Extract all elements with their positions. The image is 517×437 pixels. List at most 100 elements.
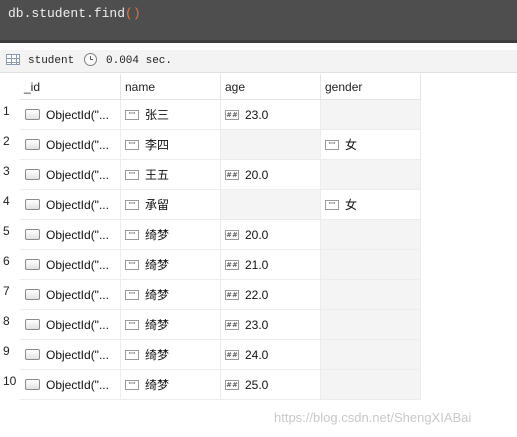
column-header-gender[interactable]: gender bbox=[321, 74, 421, 100]
cell-age[interactable]: ## 20.0 bbox=[221, 220, 321, 250]
cell-id[interactable]: ObjectId("... bbox=[20, 160, 121, 190]
cell-age[interactable]: ## 23.0 bbox=[221, 100, 321, 130]
object-type-icon bbox=[25, 319, 40, 331]
cell-id-value: ObjectId("... bbox=[46, 228, 109, 242]
cell-id[interactable]: ObjectId("... bbox=[20, 310, 121, 340]
string-type-icon: "" bbox=[125, 109, 139, 120]
cell-id[interactable]: ObjectId("... bbox=[20, 370, 121, 400]
cell-gender-value: 女 bbox=[345, 138, 358, 152]
cell-age-empty[interactable] bbox=[221, 130, 321, 160]
column-header-name[interactable]: name bbox=[121, 74, 221, 100]
number-type-icon: ## bbox=[225, 349, 239, 360]
cell-id[interactable]: ObjectId("... bbox=[20, 130, 121, 160]
cell-age[interactable]: ## 24.0 bbox=[221, 340, 321, 370]
cell-name[interactable]: "" 绮梦 bbox=[121, 340, 221, 370]
cell-name[interactable]: "" 张三 bbox=[121, 100, 221, 130]
cell-gender-empty[interactable] bbox=[321, 310, 421, 340]
cell-name[interactable]: "" 绮梦 bbox=[121, 220, 221, 250]
table-row[interactable]: 1 ObjectId("... "" 张三 ## 23.0 bbox=[0, 100, 421, 130]
cell-gender[interactable]: "" 女 bbox=[321, 130, 421, 160]
string-type-icon: "" bbox=[125, 289, 139, 300]
cell-gender-empty[interactable] bbox=[321, 100, 421, 130]
cell-id-value: ObjectId("... bbox=[46, 318, 109, 332]
cell-id-value: ObjectId("... bbox=[46, 288, 109, 302]
table-view-icon[interactable] bbox=[6, 54, 20, 65]
table-row[interactable]: 6 ObjectId("... "" 绮梦 ## 21.0 bbox=[0, 250, 421, 280]
cell-age[interactable]: ## 25.0 bbox=[221, 370, 321, 400]
table-row[interactable]: 5 ObjectId("... "" 绮梦 ## 20.0 bbox=[0, 220, 421, 250]
object-type-icon bbox=[25, 289, 40, 301]
cell-id[interactable]: ObjectId("... bbox=[20, 190, 121, 220]
collection-name: student bbox=[28, 55, 75, 67]
row-number: 6 bbox=[3, 254, 10, 268]
cell-name-value: 李四 bbox=[145, 138, 170, 152]
watermark: https://blog.csdn.net/ShengXIABai bbox=[274, 410, 472, 425]
row-number: 10 bbox=[3, 374, 17, 388]
cell-age[interactable]: ## 23.0 bbox=[221, 310, 321, 340]
number-type-icon: ## bbox=[225, 229, 239, 240]
result-status-bar: student 0.004 sec. bbox=[0, 50, 517, 73]
cell-age[interactable]: ## 22.0 bbox=[221, 280, 321, 310]
table-row[interactable]: 10 ObjectId("... "" 绮梦 ## 25.0 bbox=[0, 370, 421, 400]
cell-gender-empty[interactable] bbox=[321, 370, 421, 400]
cell-gender-empty[interactable] bbox=[321, 220, 421, 250]
cell-name[interactable]: "" 绮梦 bbox=[121, 370, 221, 400]
cell-gender-empty[interactable] bbox=[321, 280, 421, 310]
execution-time: 0.004 sec. bbox=[106, 55, 173, 67]
cell-id[interactable]: ObjectId("... bbox=[20, 250, 121, 280]
query-editor[interactable]: db.student.find() bbox=[0, 0, 517, 43]
cell-id[interactable]: ObjectId("... bbox=[20, 100, 121, 130]
string-type-icon: "" bbox=[125, 319, 139, 330]
cell-name[interactable]: "" 绮梦 bbox=[121, 250, 221, 280]
cell-name[interactable]: "" 绮梦 bbox=[121, 280, 221, 310]
column-header-id[interactable]: _id bbox=[20, 74, 121, 100]
string-type-icon: "" bbox=[125, 349, 139, 360]
cell-name[interactable]: "" 李四 bbox=[121, 130, 221, 160]
table-row[interactable]: 3 ObjectId("... "" 王五 ## 20.0 bbox=[0, 160, 421, 190]
object-type-icon bbox=[25, 109, 40, 121]
string-type-icon: "" bbox=[325, 139, 339, 150]
cell-id[interactable]: ObjectId("... bbox=[20, 340, 121, 370]
object-type-icon bbox=[25, 139, 40, 151]
row-number: 1 bbox=[3, 104, 10, 118]
cell-name[interactable]: "" 绮梦 bbox=[121, 310, 221, 340]
table-row[interactable]: 7 ObjectId("... "" 绮梦 ## 22.0 bbox=[0, 280, 421, 310]
cell-id[interactable]: ObjectId("... bbox=[20, 220, 121, 250]
cell-name-value: 绮梦 bbox=[145, 258, 170, 272]
cell-id-value: ObjectId("... bbox=[46, 108, 109, 122]
cell-name-value: 绮梦 bbox=[145, 288, 170, 302]
string-type-icon: "" bbox=[125, 199, 139, 210]
query-text[interactable]: db.student.find() bbox=[8, 6, 141, 21]
cell-gender-empty[interactable] bbox=[321, 340, 421, 370]
query-parens: () bbox=[125, 6, 141, 21]
cell-name[interactable]: "" 王五 bbox=[121, 160, 221, 190]
string-type-icon: "" bbox=[125, 229, 139, 240]
cell-name-value: 绮梦 bbox=[145, 378, 170, 392]
cell-name-value: 绮梦 bbox=[145, 318, 170, 332]
cell-age-value: 20.0 bbox=[245, 168, 269, 182]
cell-gender-empty[interactable] bbox=[321, 250, 421, 280]
table-row[interactable]: 9 ObjectId("... "" 绮梦 ## 24.0 bbox=[0, 340, 421, 370]
table-row[interactable]: 4 ObjectId("... "" 承留 "" 女 bbox=[0, 190, 421, 220]
cell-age-value: 25.0 bbox=[245, 378, 269, 392]
column-header-age[interactable]: age bbox=[221, 74, 321, 100]
cell-name-value: 王五 bbox=[145, 168, 170, 182]
cell-gender[interactable]: "" 女 bbox=[321, 190, 421, 220]
row-number: 7 bbox=[3, 284, 10, 298]
cell-age[interactable]: ## 21.0 bbox=[221, 250, 321, 280]
number-type-icon: ## bbox=[225, 169, 239, 180]
object-type-icon bbox=[25, 229, 40, 241]
table-row[interactable]: 8 ObjectId("... "" 绮梦 ## 23.0 bbox=[0, 310, 421, 340]
object-type-icon bbox=[25, 199, 40, 211]
object-type-icon bbox=[25, 379, 40, 391]
cell-id[interactable]: ObjectId("... bbox=[20, 280, 121, 310]
cell-gender-empty[interactable] bbox=[321, 160, 421, 190]
cell-age-empty[interactable] bbox=[221, 190, 321, 220]
cell-name[interactable]: "" 承留 bbox=[121, 190, 221, 220]
cell-age[interactable]: ## 20.0 bbox=[221, 160, 321, 190]
table-row[interactable]: 2 ObjectId("... "" 李四 "" 女 bbox=[0, 130, 421, 160]
cell-age-value: 23.0 bbox=[245, 318, 269, 332]
cell-age-value: 21.0 bbox=[245, 258, 269, 272]
number-type-icon: ## bbox=[225, 259, 239, 270]
row-number: 9 bbox=[3, 344, 10, 358]
